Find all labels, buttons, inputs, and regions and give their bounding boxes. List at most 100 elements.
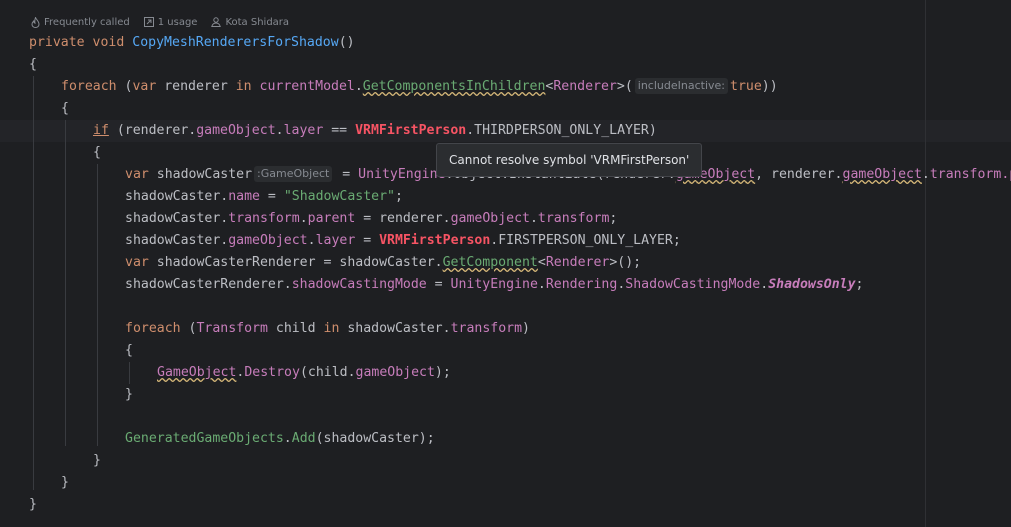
string-literal: "ShadowCaster"	[283, 189, 395, 204]
punct: .	[299, 211, 308, 226]
frequency-label: Frequently called	[44, 16, 130, 28]
type-hint: :GameObject	[254, 166, 333, 182]
keyword: in	[323, 321, 340, 336]
tooltip-text: Cannot resolve symbol 'VRMFirstPerson'	[449, 153, 690, 167]
right-margin-guide	[925, 0, 926, 527]
usages-hint[interactable]: 1 usage	[143, 16, 198, 28]
author-hint[interactable]: Kota Shidara	[211, 17, 289, 28]
field: GeneratedGameObjects	[125, 431, 284, 446]
punct: .	[307, 233, 316, 248]
code-line[interactable]: if (renderer.gameObject.layer == VRMFirs…	[93, 120, 657, 142]
type-name: Transform	[196, 321, 268, 336]
keyword: var	[125, 167, 149, 182]
code-text: .p	[1001, 167, 1011, 182]
code-line[interactable]: private void CopyMeshRenderersForShadow(…	[29, 32, 355, 54]
member: shadowCastingMode	[291, 277, 427, 292]
member: gameObject	[450, 211, 530, 226]
member: transform	[228, 211, 300, 226]
code-text: (child.	[299, 365, 356, 380]
punct: .	[921, 167, 930, 182]
type-name: Renderer	[553, 79, 617, 94]
code-line[interactable]: var shadowCasterRenderer = shadowCaster.…	[125, 252, 641, 274]
member: name	[228, 189, 260, 204]
unresolved-symbol[interactable]: VRMFirstPerson	[355, 123, 466, 138]
member: gameObject	[842, 167, 922, 182]
indent-guide	[129, 362, 130, 384]
code-line[interactable]: }	[125, 384, 133, 406]
operator: =	[259, 189, 284, 204]
punct: >(	[616, 79, 633, 94]
code-line[interactable]: GameObject.Destroy(child.gameObject);	[157, 362, 451, 384]
indent-guide	[65, 120, 66, 446]
code-editor[interactable]: Frequently called 1 usage Kota Shidara p…	[0, 0, 1011, 527]
brace: }	[61, 475, 69, 490]
code-line[interactable]: shadowCasterRenderer.shadowCastingMode =…	[125, 274, 864, 296]
keyword: in	[235, 79, 252, 94]
identifier: renderer	[156, 79, 236, 94]
code-line[interactable]: foreach (var renderer in currentModel.Ge…	[61, 76, 778, 98]
punct: );	[434, 365, 451, 380]
punct: .	[537, 277, 546, 292]
brace: }	[93, 453, 101, 468]
keyword: foreach	[61, 79, 117, 94]
keyword: void	[92, 35, 125, 50]
error-tooltip: Cannot resolve symbol 'VRMFirstPerson'	[436, 143, 703, 177]
identifier: shadowCaster	[148, 167, 253, 182]
punct: ;	[855, 277, 864, 292]
punct: (	[116, 79, 133, 94]
member: parent	[307, 211, 356, 226]
code-line[interactable]: }	[29, 494, 37, 516]
code-text: shadowCaster.	[125, 233, 229, 248]
code-line[interactable]: {	[125, 340, 133, 362]
member: transform	[537, 211, 610, 226]
punct: .	[275, 123, 284, 138]
code-text: .FIRSTPERSON_ONLY_LAYER;	[490, 233, 681, 248]
code-text: = renderer.	[355, 211, 451, 226]
code-line[interactable]: foreach (Transform child in shadowCaster…	[125, 318, 530, 340]
type-name: ShadowCastingMode	[625, 277, 761, 292]
flame-icon	[31, 16, 40, 28]
member: transform	[450, 321, 523, 336]
method-call: GetComponentsInChildren	[362, 79, 546, 94]
member: gameObject	[228, 233, 308, 248]
indent-guide	[97, 164, 98, 446]
code-line[interactable]: GeneratedGameObjects.Add(shadowCaster);	[125, 428, 435, 450]
frequency-hint[interactable]: Frequently called	[31, 16, 130, 28]
punct: )	[522, 321, 530, 336]
unresolved-symbol[interactable]: VRMFirstPerson	[379, 233, 490, 248]
code-text: shadowCasterRenderer = shadowCaster.	[148, 255, 443, 270]
code-text: shadowCaster.	[125, 189, 229, 204]
method-call: Add	[291, 431, 316, 446]
method-call: Destroy	[244, 365, 300, 380]
code-line[interactable]: }	[93, 450, 101, 472]
operator: =	[334, 167, 359, 182]
punct: ;	[609, 211, 618, 226]
keyword: true	[730, 79, 762, 94]
code-line[interactable]: {	[29, 54, 37, 76]
operator: =	[426, 277, 451, 292]
code-line[interactable]: shadowCaster.transform.parent = renderer…	[125, 208, 617, 230]
punct: ()	[338, 35, 355, 50]
punct: (	[180, 321, 197, 336]
punct: <	[537, 255, 546, 270]
code-text: shadowCaster.	[125, 211, 229, 226]
brace: {	[29, 57, 37, 72]
code-line[interactable]: }	[61, 472, 69, 494]
namespace: UnityEngine	[358, 167, 446, 182]
code-line[interactable]: shadowCaster.name = "ShadowCaster";	[125, 186, 403, 208]
operator: ==	[323, 123, 356, 138]
code-line[interactable]: {	[61, 98, 69, 120]
method-name: CopyMeshRenderersForShadow	[132, 35, 339, 50]
field: currentModel	[259, 79, 355, 94]
keyword: if	[93, 123, 109, 138]
code-line[interactable]: {	[93, 142, 101, 164]
brace: {	[125, 343, 133, 358]
code-text: (shadowCaster);	[315, 431, 435, 446]
code-line[interactable]: shadowCaster.gameObject.layer = VRMFirst…	[125, 230, 681, 252]
punct: ;	[394, 189, 403, 204]
external-link-icon	[143, 17, 154, 27]
parameter-hint: includeInactive:	[634, 78, 728, 94]
usages-label: 1 usage	[157, 16, 198, 28]
code-vision-hints: Frequently called 1 usage Kota Shidara	[31, 15, 289, 29]
